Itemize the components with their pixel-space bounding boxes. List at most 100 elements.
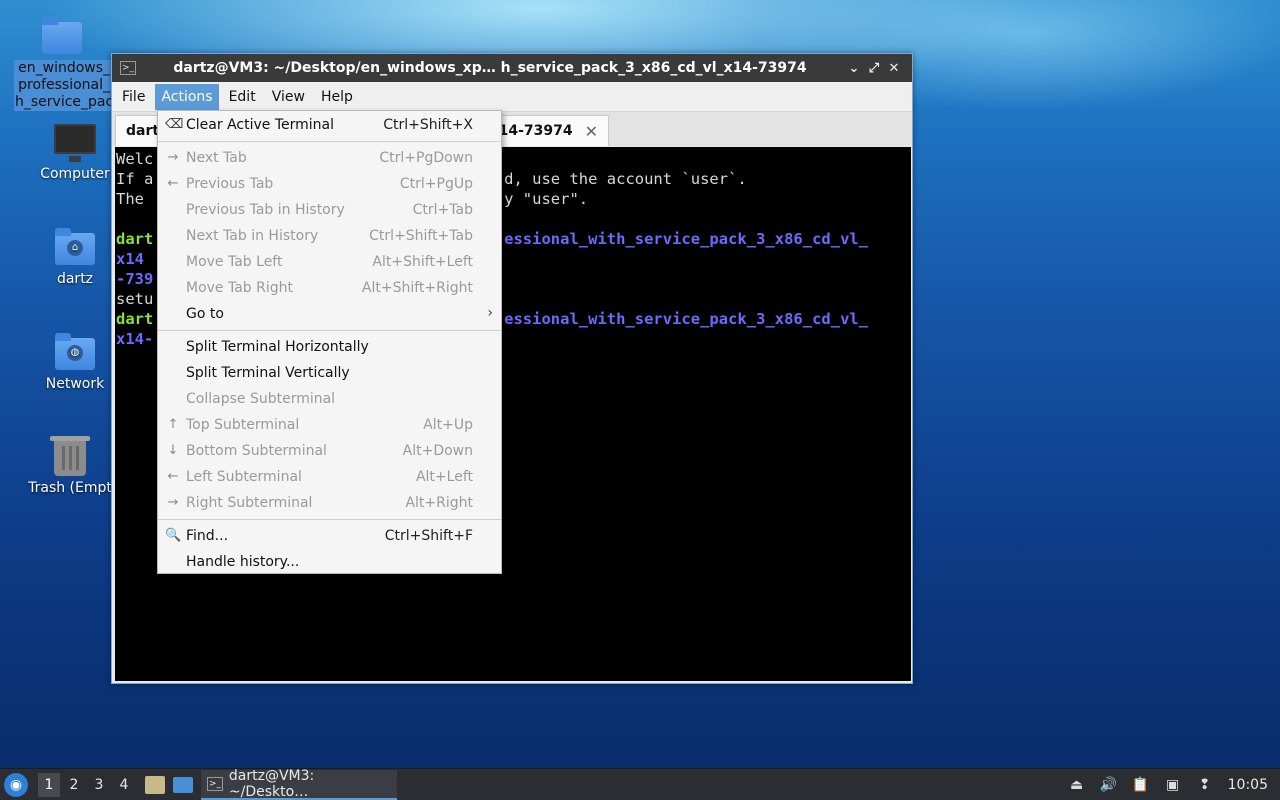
update-notifier-icon[interactable]: ❢ bbox=[1196, 776, 1214, 794]
desktop-icon-dartz[interactable]: ⌂ dartz bbox=[27, 227, 123, 287]
menu-item-label: Split Terminal Vertically bbox=[186, 365, 350, 381]
terminal-line-start: The bbox=[116, 190, 154, 208]
menu-item-shortcut: Ctrl+PgUp bbox=[399, 176, 473, 192]
menu-item-shortcut: Ctrl+Shift+F bbox=[384, 528, 473, 544]
system-tray: ⏏ 🔊 📋 ▣ ❢ 10:05 bbox=[1068, 769, 1280, 800]
start-menu-icon[interactable]: ◉ bbox=[4, 772, 28, 797]
terminal-line-end: d, use the account `user`. bbox=[504, 170, 747, 188]
menu-item-label: Next Tab in History bbox=[186, 228, 319, 244]
menu-item-next-tab: → Next Tab Ctrl+PgDown bbox=[158, 145, 501, 171]
menu-item-label: Clear Active Terminal bbox=[186, 117, 334, 133]
home-folder-icon: ⌂ bbox=[53, 227, 97, 267]
desktop-icon-label-line: en_windows_ bbox=[14, 60, 115, 77]
folder-icon bbox=[40, 16, 84, 56]
terminal-icon: >_ bbox=[120, 61, 136, 75]
menu-item-shortcut: Ctrl+Tab bbox=[412, 202, 473, 218]
menu-item-handle-history[interactable]: Handle history... bbox=[158, 549, 501, 575]
file-manager-launcher-icon[interactable] bbox=[145, 775, 165, 794]
menu-item-clear-active-terminal[interactable]: ⌫ Clear Active Terminal Ctrl+Shift+X bbox=[158, 112, 501, 138]
menu-item-shortcut: Ctrl+Shift+X bbox=[383, 117, 473, 133]
terminal-line-start: If a bbox=[116, 170, 154, 188]
clipboard-icon[interactable]: 📋 bbox=[1132, 776, 1150, 794]
terminal-line-start: Welc bbox=[116, 150, 154, 168]
menu-item-shortcut: Ctrl+PgDown bbox=[379, 150, 473, 166]
computer-icon bbox=[53, 122, 97, 162]
terminal-line-end: essional_with_service_pack_3_x86_cd_vl_ bbox=[504, 310, 869, 328]
terminal-icon: >_ bbox=[207, 776, 223, 791]
menu-item-label: Collapse Subterminal bbox=[186, 391, 336, 407]
menu-item-next-tab-in-history: Next Tab in History Ctrl+Shift+Tab bbox=[158, 223, 501, 249]
menu-view[interactable]: View bbox=[266, 84, 311, 110]
menu-item-label: Left Subterminal bbox=[186, 469, 302, 485]
terminal-line-start: -739 bbox=[116, 270, 154, 288]
network-status-icon[interactable]: ▣ bbox=[1164, 776, 1182, 794]
chevron-right-icon: › bbox=[487, 305, 493, 321]
menu-item-split-terminal-vertically[interactable]: Split Terminal Vertically bbox=[158, 360, 501, 386]
trash-icon bbox=[48, 436, 92, 476]
menu-item-previous-tab: ← Previous Tab Ctrl+PgUp bbox=[158, 171, 501, 197]
menu-item-shortcut: Ctrl+Shift+Tab bbox=[369, 228, 473, 244]
workspace-2[interactable]: 2 bbox=[63, 773, 85, 797]
menu-item-left-subterminal: ← Left Subterminal Alt+Left bbox=[158, 464, 501, 490]
desktop-icon-label: Trash (Empt bbox=[28, 480, 112, 496]
clock[interactable]: 10:05 bbox=[1228, 777, 1268, 793]
menu-separator bbox=[158, 141, 501, 142]
desktop-icon-computer[interactable]: Computer bbox=[27, 122, 123, 182]
arrow-right-icon: → bbox=[167, 495, 179, 510]
menu-item-previous-tab-in-history: Previous Tab in History Ctrl+Tab bbox=[158, 197, 501, 223]
menu-item-find[interactable]: 🔍 Find... Ctrl+Shift+F bbox=[158, 523, 501, 549]
desktop-icon-label: dartz bbox=[56, 271, 94, 287]
menu-item-split-terminal-horizontally[interactable]: Split Terminal Horizontally bbox=[158, 334, 501, 360]
terminal-line-start: dart bbox=[116, 310, 154, 328]
volume-icon[interactable]: 🔊 bbox=[1100, 776, 1118, 794]
menu-separator bbox=[158, 519, 501, 520]
close-button[interactable]: ✕ bbox=[884, 61, 904, 76]
desktop-icon-windows-folder[interactable]: en_windows_ professional_ h_service_pac bbox=[14, 16, 115, 111]
menu-item-label: Handle history... bbox=[186, 554, 300, 570]
desktop-icon-label-line: h_service_pac bbox=[14, 94, 115, 111]
workspace-4[interactable]: 4 bbox=[113, 773, 135, 797]
terminal-line-end: y "user". bbox=[504, 190, 589, 208]
desktop-icon-label: Computer bbox=[40, 166, 110, 182]
desktop-icon-label: Network bbox=[45, 376, 105, 392]
folder-launcher-icon[interactable] bbox=[173, 776, 193, 793]
eject-icon[interactable]: ⏏ bbox=[1068, 776, 1086, 794]
minimize-button[interactable]: ⌄ bbox=[844, 61, 864, 76]
taskbar: ◉ 1 2 3 4 >_ dartz@VM3: ~/Deskto… ⏏ 🔊 📋 … bbox=[0, 768, 1280, 800]
menu-item-right-subterminal: → Right Subterminal Alt+Right bbox=[158, 490, 501, 516]
window-title: dartz@VM3: ~/Desktop/en_windows_xp… h_se… bbox=[173, 60, 807, 76]
menu-item-shortcut: Alt+Up bbox=[423, 417, 473, 433]
menu-edit[interactable]: Edit bbox=[223, 84, 262, 110]
menu-item-label: Previous Tab in History bbox=[186, 202, 345, 218]
arrow-up-icon: ↑ bbox=[167, 417, 179, 432]
menu-item-label: Find... bbox=[186, 528, 229, 544]
maximize-button[interactable]: ⤢ bbox=[864, 61, 884, 76]
desktop-icon-network[interactable]: ◍ Network bbox=[27, 332, 123, 392]
menu-item-label: Go to bbox=[186, 306, 224, 322]
menu-separator bbox=[158, 330, 501, 331]
network-folder-icon: ◍ bbox=[53, 332, 97, 372]
menu-item-label: Move Tab Left bbox=[186, 254, 283, 270]
taskbar-task-terminal[interactable]: >_ dartz@VM3: ~/Deskto… bbox=[201, 768, 397, 800]
menu-item-label: Move Tab Right bbox=[186, 280, 294, 296]
workspace-1[interactable]: 1 bbox=[38, 772, 60, 797]
menu-help[interactable]: Help bbox=[315, 84, 359, 110]
menu-item-move-tab-right: Move Tab Right Alt+Shift+Right bbox=[158, 275, 501, 301]
menu-file[interactable]: File bbox=[116, 84, 151, 110]
window-titlebar[interactable]: >_ dartz@VM3: ~/Desktop/en_windows_xp… h… bbox=[112, 54, 912, 82]
clear-terminal-icon: ⌫ bbox=[165, 117, 184, 132]
tab-close-icon[interactable]: ✕ bbox=[585, 122, 598, 141]
desktop-icon-trash[interactable]: Trash (Empt bbox=[22, 436, 118, 496]
desktop-icon-label-line: professional_ bbox=[14, 77, 115, 94]
menu-actions[interactable]: Actions bbox=[155, 83, 219, 110]
menu-item-go-to[interactable]: Go to › bbox=[158, 301, 501, 327]
workspace-3[interactable]: 3 bbox=[88, 773, 110, 797]
arrow-down-icon: ↓ bbox=[167, 443, 179, 458]
menu-item-shortcut: Alt+Left bbox=[415, 469, 473, 485]
menu-item-top-subterminal: ↑ Top Subterminal Alt+Up bbox=[158, 412, 501, 438]
menu-item-label: Top Subterminal bbox=[186, 417, 300, 433]
menu-item-label: Split Terminal Horizontally bbox=[186, 339, 369, 355]
menubar: File Actions Edit View Help bbox=[112, 82, 912, 112]
arrow-left-icon: ← bbox=[167, 176, 179, 191]
menu-item-label: Previous Tab bbox=[186, 176, 274, 192]
